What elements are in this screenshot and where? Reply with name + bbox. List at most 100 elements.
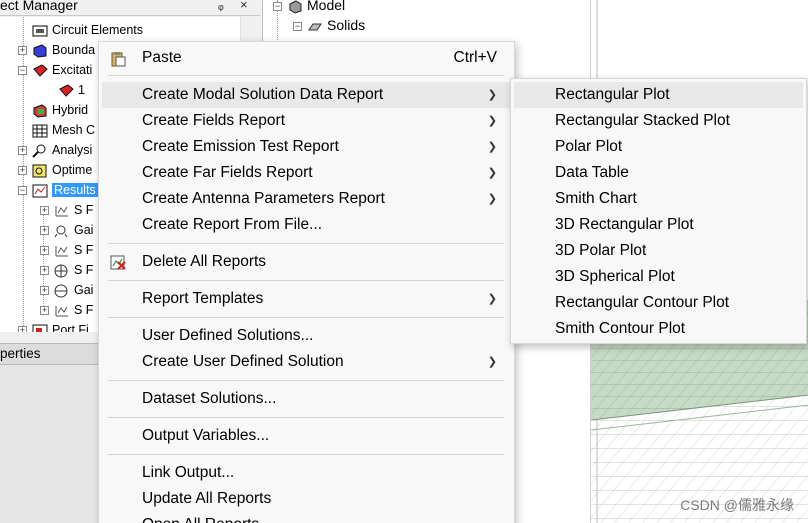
menu-item-create-antenna-parameters-report[interactable]: Create Antenna Parameters Report ❯ xyxy=(102,186,511,212)
tree-item-mesh[interactable]: Mesh C xyxy=(32,120,95,140)
tree-item-solids[interactable]: − Solids xyxy=(293,15,365,35)
submenu-item-smith-chart[interactable]: Smith Chart xyxy=(514,186,803,212)
hybrid-icon xyxy=(32,104,48,118)
submenu-item-smith-contour-plot[interactable]: Smith Contour Plot xyxy=(514,316,803,342)
submenu-item-polar-plot[interactable]: Polar Plot xyxy=(514,134,803,160)
excitations-icon xyxy=(32,64,48,78)
tree-item-model[interactable]: − Model xyxy=(273,0,345,15)
menu-item-create-user-defined-solution[interactable]: Create User Defined Solution ❯ xyxy=(102,349,511,375)
menu-item-delete-all-reports[interactable]: Delete All Reports xyxy=(102,249,511,275)
pin-icon[interactable]: ᵩ xyxy=(218,0,224,12)
menu-item-create-modal-solution-data-report[interactable]: Create Modal Solution Data Report ❯ xyxy=(102,82,511,108)
menu-item-open-all-reports[interactable]: Open All Reports xyxy=(102,512,511,523)
tree-item-analysis[interactable]: + Analysi xyxy=(18,140,92,160)
tree-item-report[interactable]: + S F xyxy=(40,240,93,260)
menu-separator xyxy=(108,380,504,381)
menu-item-create-far-fields-report[interactable]: Create Far Fields Report ❯ xyxy=(102,160,511,186)
context-menu: Paste Ctrl+V Create Modal Solution Data … xyxy=(98,41,515,523)
menu-item-link-output[interactable]: Link Output... xyxy=(102,460,511,486)
tree-item-label: Results xyxy=(52,183,98,197)
menu-item-label: Create Antenna Parameters Report xyxy=(142,190,385,207)
submenu-item-3d-polar-plot[interactable]: 3D Polar Plot xyxy=(514,238,803,264)
tree-item-label: S F xyxy=(74,203,94,217)
expand-icon[interactable]: + xyxy=(18,166,27,176)
tree-item-report[interactable]: + S F xyxy=(40,260,93,280)
close-icon[interactable]: × xyxy=(240,0,248,12)
submenu-item-rectangular-plot[interactable]: Rectangular Plot xyxy=(514,82,803,108)
tree-item-port-1[interactable]: 1 xyxy=(58,80,85,100)
tree-item-boundaries[interactable]: + Bounda xyxy=(18,40,95,60)
submenu-arrow-icon: ❯ xyxy=(487,115,497,127)
submenu-item-label: Smith Chart xyxy=(555,190,637,207)
tree-item-report[interactable]: + S F xyxy=(40,200,93,220)
smith-chart-icon xyxy=(54,264,70,278)
submenu-item-rectangular-stacked-plot[interactable]: Rectangular Stacked Plot xyxy=(514,108,803,134)
tree-item-label: Gai xyxy=(74,223,94,237)
expand-icon[interactable]: + xyxy=(40,266,49,276)
menu-item-output-variables[interactable]: Output Variables... xyxy=(102,423,511,449)
project-manager-title: ect Manager xyxy=(0,0,78,13)
expand-icon[interactable]: + xyxy=(40,306,49,316)
expand-icon[interactable]: + xyxy=(18,146,27,156)
menu-item-label: Link Output... xyxy=(142,464,235,481)
menu-item-user-defined-solutions[interactable]: User Defined Solutions... xyxy=(102,323,511,349)
menu-item-create-emission-test-report[interactable]: Create Emission Test Report ❯ xyxy=(102,134,511,160)
report-icon xyxy=(54,244,70,258)
submenu-item-label: Rectangular Plot xyxy=(555,86,670,103)
tree-item-hybrid[interactable]: Hybrid xyxy=(32,100,88,120)
tree-item-label: Analysi xyxy=(52,143,93,157)
menu-item-label: Create Modal Solution Data Report xyxy=(142,86,384,103)
submenu-item-rectangular-contour-plot[interactable]: Rectangular Contour Plot xyxy=(514,290,803,316)
submenu-item-3d-rectangular-plot[interactable]: 3D Rectangular Plot xyxy=(514,212,803,238)
expand-icon[interactable]: + xyxy=(18,46,27,56)
tree-item-label: Circuit Elements xyxy=(52,23,143,37)
menu-item-create-fields-report[interactable]: Create Fields Report ❯ xyxy=(102,108,511,134)
expand-icon[interactable]: + xyxy=(40,246,49,256)
submenu-item-label: 3D Polar Plot xyxy=(555,242,647,259)
submenu-item-label: Smith Contour Plot xyxy=(555,320,686,337)
submenu-arrow-icon: ❯ xyxy=(487,293,497,305)
tree-item-label: S F xyxy=(74,243,94,257)
tree-item-report[interactable]: + Gai xyxy=(40,220,93,240)
tree-item-excitations[interactable]: − Excitati xyxy=(18,60,92,80)
collapse-icon[interactable]: − xyxy=(18,66,27,76)
menu-item-dataset-solutions[interactable]: Dataset Solutions... xyxy=(102,386,511,412)
tree-item-results[interactable]: − Results xyxy=(18,180,98,200)
menu-item-label: Update All Reports xyxy=(142,490,272,507)
menu-item-create-report-from-file[interactable]: Create Report From File... xyxy=(102,212,511,238)
paste-icon xyxy=(110,50,126,67)
menu-item-label: Create Far Fields Report xyxy=(142,164,313,181)
report-type-submenu: Rectangular Plot Rectangular Stacked Plo… xyxy=(510,78,807,344)
submenu-item-data-table[interactable]: Data Table xyxy=(514,160,803,186)
menu-separator xyxy=(108,75,504,76)
menu-item-label: Create Emission Test Report xyxy=(142,138,339,155)
watermark: CSDN @儒雅永缘 xyxy=(680,497,794,513)
expand-icon[interactable]: + xyxy=(40,206,49,216)
collapse-icon[interactable]: − xyxy=(18,186,27,196)
menu-item-paste[interactable]: Paste Ctrl+V xyxy=(102,45,511,71)
tree-item-port-field[interactable]: + Port Fi xyxy=(18,320,89,332)
collapse-icon[interactable]: − xyxy=(293,21,302,31)
tree-item-label: Solids xyxy=(327,17,366,33)
expand-icon[interactable]: + xyxy=(40,286,49,296)
submenu-arrow-icon: ❯ xyxy=(487,141,497,153)
expand-icon[interactable]: + xyxy=(40,226,49,236)
tree-item-report[interactable]: + S F xyxy=(40,300,93,320)
submenu-item-3d-spherical-plot[interactable]: 3D Spherical Plot xyxy=(514,264,803,290)
collapse-icon[interactable]: − xyxy=(273,1,282,11)
menu-item-update-all-reports[interactable]: Update All Reports xyxy=(102,486,511,512)
menu-item-shortcut: Ctrl+V xyxy=(453,49,498,66)
submenu-item-label: 3D Spherical Plot xyxy=(555,268,675,285)
tree-item-circuit-elements[interactable]: Circuit Elements xyxy=(32,20,143,40)
menu-item-report-templates[interactable]: Report Templates ❯ xyxy=(102,286,511,312)
report-icon xyxy=(54,204,70,218)
tree-item-label: 1 xyxy=(78,83,85,97)
menu-separator xyxy=(108,417,504,418)
menu-item-label: Report Templates xyxy=(142,290,264,307)
tree-item-label: Optime xyxy=(52,163,93,177)
expand-icon[interactable]: + xyxy=(18,326,27,332)
port-icon xyxy=(58,84,74,98)
tree-item-report[interactable]: + Gai xyxy=(40,280,93,300)
submenu-item-label: Rectangular Stacked Plot xyxy=(555,112,730,129)
tree-item-optimetrics[interactable]: + Optime xyxy=(18,160,92,180)
